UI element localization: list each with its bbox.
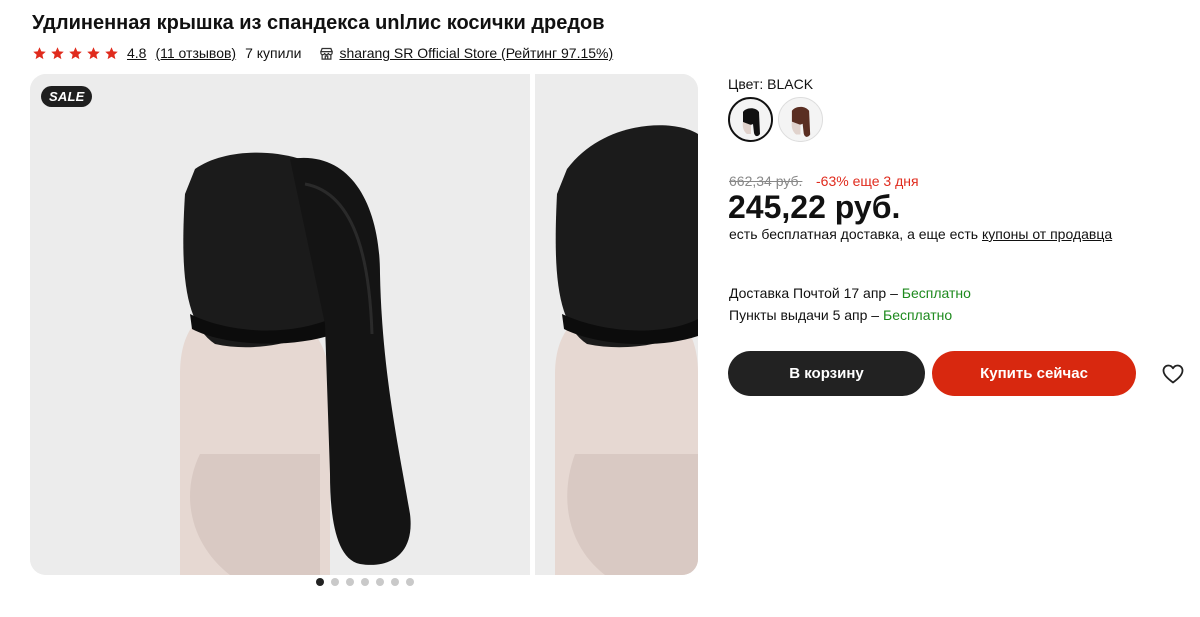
star-icon: [87, 46, 100, 59]
star-icon: [105, 46, 118, 59]
discount-label: -63% еще 3 дня: [816, 173, 919, 189]
old-price: 662,34 руб.: [729, 173, 803, 189]
shipping-pickup: Пункты выдачи 5 апр – Бесплатно: [729, 307, 952, 323]
pagination-dot[interactable]: [331, 578, 339, 586]
shipping-pickup-price: Бесплатно: [883, 307, 953, 323]
product-meta: 4.8 (11 отзывов) 7 купили sharang SR Off…: [32, 43, 613, 63]
swatch-black-image: [730, 99, 771, 140]
star-icon: [33, 46, 46, 59]
gallery-pagination: [316, 578, 414, 586]
store-icon: [320, 47, 334, 60]
sale-badge: SALE: [41, 86, 93, 107]
pagination-dot[interactable]: [406, 578, 414, 586]
reviews-link[interactable]: (11 отзывов): [155, 45, 236, 61]
delivery-note: есть бесплатная доставка, а еще есть куп…: [729, 226, 1112, 242]
buy-now-button[interactable]: Купить сейчас: [932, 351, 1136, 396]
delivery-note-text: есть бесплатная доставка, а еще есть: [729, 226, 982, 242]
product-title: Удлиненная крышка из спандекса unlлис ко…: [32, 12, 605, 34]
gallery-slide-next[interactable]: [535, 74, 698, 575]
bought-count: 7 купили: [245, 45, 302, 61]
product-gallery[interactable]: SALE: [30, 74, 698, 575]
swatch-brown-image: [779, 98, 822, 141]
gallery-slide-main[interactable]: SALE: [30, 74, 530, 575]
shipping-post: Доставка Почтой 17 апр – Бесплатно: [729, 285, 971, 301]
color-swatches: [728, 97, 823, 142]
swatch-black[interactable]: [728, 97, 773, 142]
rating-stars: [32, 46, 119, 61]
add-to-cart-button[interactable]: В корзину: [728, 351, 925, 396]
pagination-dot[interactable]: [346, 578, 354, 586]
shipping-post-text: Доставка Почтой 17 апр –: [729, 285, 902, 301]
pagination-dot[interactable]: [361, 578, 369, 586]
star-icon: [51, 46, 64, 59]
coupons-link[interactable]: купоны от продавца: [982, 226, 1112, 242]
pagination-dot[interactable]: [316, 578, 324, 586]
rating-value[interactable]: 4.8: [127, 45, 146, 61]
heart-icon[interactable]: [1161, 362, 1185, 386]
pagination-dot[interactable]: [376, 578, 384, 586]
pagination-dot[interactable]: [391, 578, 399, 586]
product-image-next: [535, 74, 698, 575]
shipping-post-price: Бесплатно: [901, 285, 971, 301]
swatch-brown[interactable]: [778, 97, 823, 142]
product-image: [30, 74, 530, 575]
current-price: 245,22 руб.: [728, 189, 901, 225]
color-label: Цвет: BLACK: [728, 76, 814, 92]
star-icon: [69, 46, 82, 59]
shipping-pickup-text: Пункты выдачи 5 апр –: [729, 307, 883, 323]
store-link[interactable]: sharang SR Official Store (Рейтинг 97.15…: [339, 45, 613, 61]
